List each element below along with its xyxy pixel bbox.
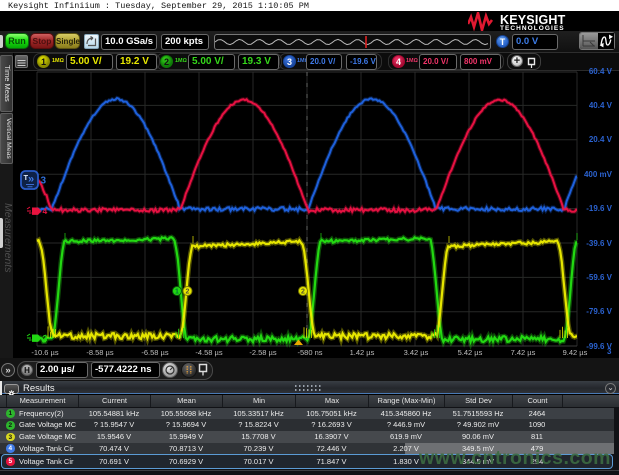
svg-text:»: » [28, 174, 34, 186]
svg-text:3: 3 [41, 176, 47, 187]
svg-text:2: 2 [186, 289, 190, 296]
svg-text:2: 2 [301, 289, 305, 296]
svg-text:4: 4 [43, 206, 48, 216]
svg-text:2: 2 [43, 333, 48, 343]
svg-text:1: 1 [175, 289, 179, 296]
